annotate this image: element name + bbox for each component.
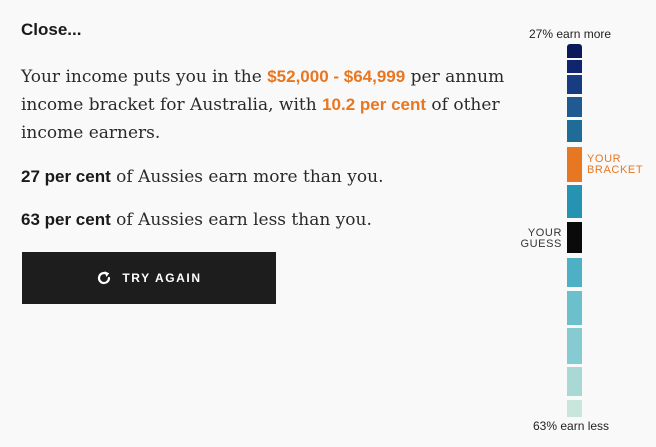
try-again-label: TRY AGAIN [122,271,202,285]
earn-more-statement: 27 per cent of Aussies earn more than yo… [21,163,511,191]
bar-segment [567,60,582,73]
bar-segment [567,120,582,142]
your-bracket-segment [567,147,582,182]
your-bracket-label: YOUR BRACKET [587,153,644,176]
earn-less-percent: 63 per cent [21,210,111,229]
income-bracket-value: $52,000 - $64,999 [267,67,406,86]
summary-prefix: Your income puts you in the [21,67,268,87]
bar-bottom-label: 63% earn less [533,419,610,433]
bar-segment [567,97,582,117]
bracket-share-value: 10.2 per cent [322,95,427,114]
refresh-icon [96,270,112,286]
bar-segment [567,258,582,287]
earn-more-text: of Aussies earn more than you. [110,167,384,187]
bar-segment [567,328,582,364]
bar-segment [567,367,582,396]
bar-top-label: 27% earn more [529,27,612,41]
result-summary: Your income puts you in the $52,000 - $6… [21,63,511,147]
bar-segment [567,75,582,94]
bar-segment [567,44,582,58]
bar-segment [567,185,582,218]
result-heading: Close... [21,20,82,39]
earn-less-statement: 63 per cent of Aussies earn less than yo… [21,206,511,234]
bar-segment [567,400,582,417]
bar-segment [567,291,582,325]
try-again-button[interactable]: TRY AGAIN [22,252,276,304]
earn-less-text: of Aussies earn less than you. [110,210,372,230]
your-guess-segment [567,222,582,253]
your-guess-label: YOUR GUESS [520,227,562,250]
earn-more-percent: 27 per cent [21,167,111,186]
